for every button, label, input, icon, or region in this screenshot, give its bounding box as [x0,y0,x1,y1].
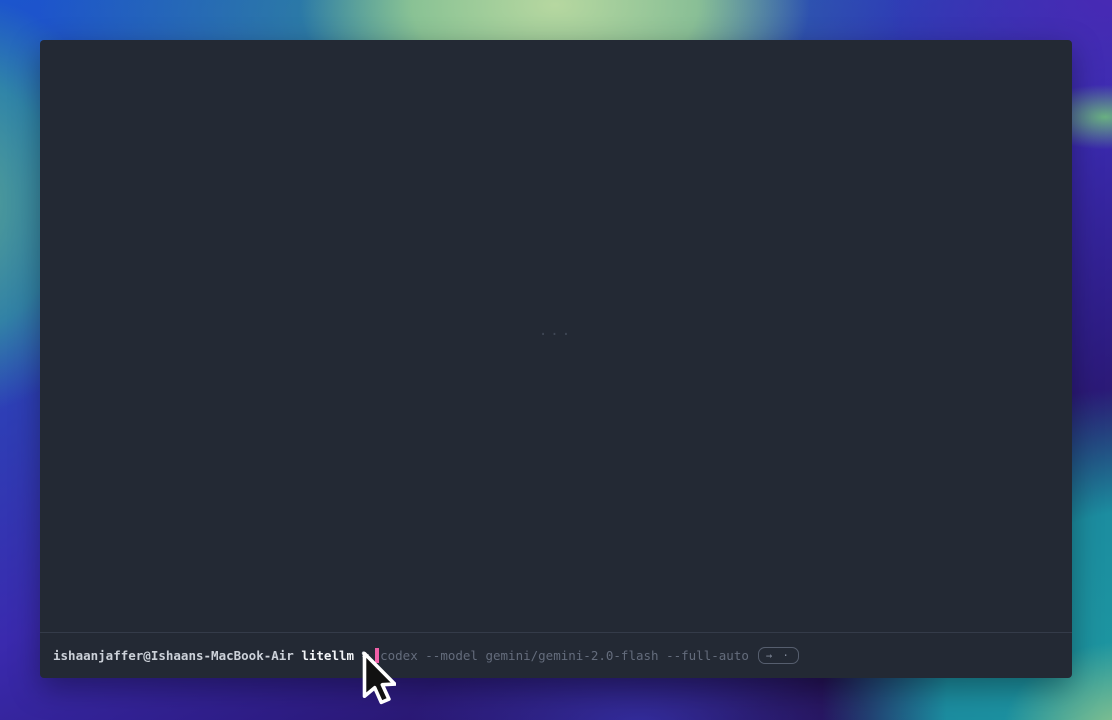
terminal-output-area[interactable]: ... [40,40,1072,632]
autosuggestion-text: codex --model gemini/gemini-2.0-flash --… [380,633,749,678]
prompt-spacer [294,633,302,678]
prompt-directory: litellm [301,633,354,678]
accept-suggestion-key-hint: → · [758,647,799,664]
prompt-symbol: % [362,633,370,678]
prompt-user-host: ishaanjaffer@Ishaans-MacBook-Air [53,633,294,678]
prompt-spacer [354,633,362,678]
text-cursor [375,648,379,663]
loading-indicator: ... [539,323,573,339]
terminal-window[interactable]: ... ishaanjaffer@Ishaans-MacBook-Air lit… [40,40,1072,678]
command-prompt-line[interactable]: ishaanjaffer@Ishaans-MacBook-Air litellm… [40,633,1072,678]
